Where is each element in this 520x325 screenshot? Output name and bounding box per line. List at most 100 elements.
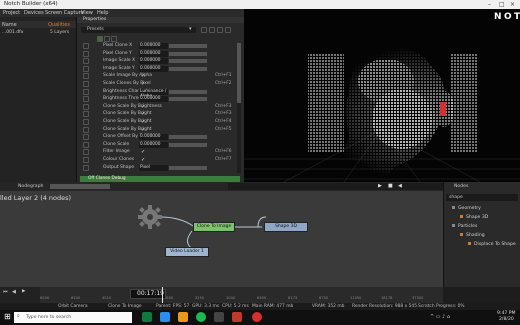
property-toggle-icon[interactable] [83, 73, 89, 80]
menu-item-help[interactable]: Help [97, 10, 108, 16]
node-tree-item[interactable]: Displace To Shape [468, 242, 516, 247]
property-toggle-icon[interactable] [83, 149, 89, 156]
windows-start-icon[interactable]: ⊞ [4, 312, 11, 321]
timecode-box[interactable]: 00:17:19 [130, 289, 166, 299]
property-toggle-icon[interactable] [83, 157, 89, 163]
property-toggle-icon[interactable] [83, 65, 89, 72]
property-slider[interactable] [169, 51, 207, 56]
shape-3d-node[interactable]: Shape 3D [264, 222, 308, 232]
property-toggle-icon[interactable] [83, 58, 89, 65]
property-slider[interactable] [169, 165, 207, 170]
property-row[interactable]: Colour Clones ✓ Ctrl+F7 [77, 157, 235, 164]
taskbar-app-icon-5[interactable] [214, 312, 224, 322]
property-toggle-icon[interactable] [83, 88, 89, 95]
property-slider[interactable] [169, 142, 207, 147]
taskbar-search-box[interactable]: ⌕ Type here to search [14, 312, 132, 323]
property-toggle-icon[interactable] [83, 126, 89, 133]
property-checkbox[interactable]: ✓ [141, 149, 145, 155]
nodegraph-canvas[interactable]: lled Layer 2 (4 nodes) Clone To Image Sh… [0, 191, 443, 287]
preset-delete-icon[interactable] [217, 27, 223, 33]
render-viewport[interactable]: N O T [244, 9, 520, 183]
record-icon[interactable] [252, 312, 262, 322]
step-forward-icon[interactable]: ▶ [22, 289, 25, 294]
property-checkbox[interactable]: ✓ [141, 127, 145, 133]
property-slider[interactable] [169, 66, 207, 71]
property-slider[interactable] [169, 97, 207, 102]
property-row[interactable]: Scale Clones By Pixel ✓ Ctrl+F2 [77, 81, 235, 88]
menu-item-devices[interactable]: Devices [24, 10, 44, 16]
property-value-field[interactable]: 0.000000 [139, 141, 168, 148]
property-row[interactable]: Output Shape Pixel [77, 164, 235, 172]
property-value-field[interactable]: 0.000000 [139, 58, 168, 65]
property-toggle-icon[interactable] [83, 141, 89, 148]
property-row[interactable]: Image Scale X 0.000000 [77, 58, 235, 65]
clone-to-image-node[interactable]: Clone To Image [193, 222, 235, 232]
property-checkbox[interactable]: ✓ [141, 104, 145, 110]
step-back-icon[interactable]: ◀ [12, 289, 16, 295]
filter-icon[interactable] [111, 36, 117, 42]
play-icon[interactable]: ▶ [378, 183, 382, 189]
tray-icons[interactable]: ^ ▭ ♪ ⌂ [430, 314, 450, 320]
node-tree-item[interactable]: Shading [460, 233, 485, 238]
timeline-ruler[interactable]: 6200810040108150660032501000635081736750… [40, 287, 443, 303]
property-value-field[interactable]: 0.000000 [139, 50, 168, 57]
property-row[interactable]: Brightness Threshold 0.000000 [77, 96, 235, 103]
property-toggle-icon[interactable] [83, 50, 89, 57]
taskbar-app-icon-1[interactable] [142, 312, 152, 322]
property-slider[interactable] [169, 135, 207, 140]
menu-item-project[interactable]: Project [3, 10, 20, 16]
properties-scrollbar[interactable] [237, 43, 241, 173]
nodegraph-tool-strip[interactable] [50, 184, 110, 189]
property-checkbox[interactable]: ✓ [141, 157, 145, 163]
property-row[interactable]: Filter Image ✓ Ctrl+F6 [77, 149, 235, 156]
node-tree-item[interactable]: Shape 3D [460, 215, 488, 220]
property-row[interactable]: Clone Scale 0.000000 [77, 141, 235, 149]
property-slider[interactable] [169, 89, 207, 94]
property-row[interactable]: Clone Scale By Brightness ✓ Ctrl+F3 [77, 103, 235, 111]
property-toggle-icon[interactable] [83, 119, 89, 125]
property-value-field[interactable]: Pixel [139, 164, 168, 171]
property-toggle-icon[interactable] [83, 164, 89, 171]
minimize-icon[interactable]: – [488, 1, 491, 8]
taskbar-app-icon-3[interactable] [178, 312, 188, 322]
property-value-field[interactable]: Luminance / Alpha [139, 88, 168, 99]
video-loader-node[interactable]: Video Loader 1 [165, 247, 209, 257]
tab-nodes[interactable]: Nodes [454, 184, 468, 189]
tab-nodegraph[interactable]: Nodegraph [18, 184, 43, 189]
menu-item-view[interactable]: View [81, 10, 93, 16]
node-search-input[interactable]: shape [446, 194, 518, 201]
property-row[interactable]: Clone Scale By Bright ✓ Ctrl+F3 [77, 111, 235, 118]
taskbar-app-icon-2[interactable] [160, 312, 170, 322]
property-checkbox[interactable]: ✓ [141, 73, 145, 79]
tab-properties[interactable]: Properties [83, 17, 106, 22]
property-row[interactable]: Scale Image By Alpha ✓ Ctrl+F1 [77, 73, 235, 80]
property-value-field[interactable]: 0.000000 [139, 43, 168, 49]
toggle-icon[interactable] [97, 36, 103, 42]
property-value-field[interactable]: 0.000000 [139, 65, 168, 72]
property-row[interactable]: Clone Scale By Bright ✓ Ctrl+F4 [77, 119, 235, 126]
menu-item-screen-capture[interactable]: Screen Capture [45, 10, 84, 16]
property-row[interactable]: Clone Offset By Bright 0.000000 [77, 134, 235, 141]
property-row[interactable]: Pixel Clone X 0.000000 [77, 43, 235, 50]
playhead[interactable] [162, 287, 163, 303]
node-tree-item[interactable]: Geometry [452, 206, 481, 211]
property-row[interactable]: Clone Scale By Bright ✓ Ctrl+F5 [77, 126, 235, 134]
property-toggle-icon[interactable] [83, 134, 89, 141]
close-icon[interactable]: × [510, 1, 515, 8]
property-checkbox[interactable]: ✓ [141, 111, 145, 117]
property-row[interactable]: Brightness ChannelLuminance / Alpha [77, 88, 235, 99]
property-toggle-icon[interactable] [83, 81, 89, 87]
preset-save-icon[interactable] [201, 27, 207, 33]
link-icon[interactable] [104, 36, 110, 42]
property-value-field[interactable]: 0.000000 [139, 134, 168, 141]
rewind-icon[interactable]: ◀ [398, 183, 402, 189]
presets-dropdown[interactable]: Presets ▾ [81, 26, 196, 33]
project-file[interactable]: ...001.dfx [2, 30, 23, 35]
property-checkbox[interactable]: ✓ [141, 81, 145, 87]
preset-load-icon[interactable] [209, 27, 215, 33]
property-toggle-icon[interactable] [83, 111, 89, 118]
stop-icon[interactable]: ■ [388, 183, 393, 189]
property-row[interactable]: Pixel Clone Y 0.000000 [77, 50, 235, 58]
property-toggle-icon[interactable] [83, 43, 89, 49]
property-value-field[interactable]: 0.000000 [139, 96, 168, 103]
